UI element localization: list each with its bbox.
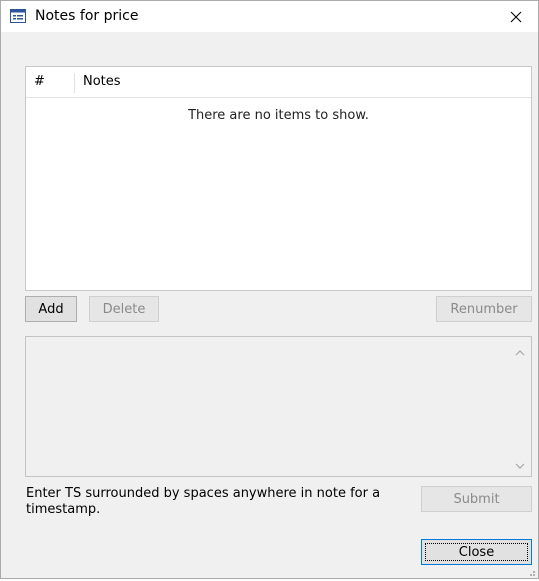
note-text-area[interactable]: [25, 336, 532, 477]
close-button[interactable]: Close: [421, 539, 532, 565]
window-title: Notes for price: [35, 8, 139, 24]
notes-dialog: Notes for price # Notes There are no ite…: [0, 0, 539, 579]
form-window-icon: [10, 9, 26, 23]
column-divider[interactable]: [74, 73, 75, 93]
list-header: # Notes: [26, 67, 531, 98]
delete-button[interactable]: Delete: [89, 296, 159, 322]
scroll-down-icon[interactable]: [515, 459, 525, 469]
add-button[interactable]: Add: [25, 296, 77, 322]
close-icon[interactable]: [494, 1, 538, 32]
submit-button[interactable]: Submit: [421, 486, 532, 512]
title-bar[interactable]: Notes for price: [1, 1, 538, 32]
empty-list-message: There are no items to show.: [188, 108, 369, 123]
notes-list[interactable]: # Notes There are no items to show.: [25, 66, 532, 291]
column-header-number[interactable]: #: [34, 74, 45, 89]
column-header-notes[interactable]: Notes: [83, 74, 121, 89]
focus-ring: [425, 543, 528, 561]
scroll-up-icon[interactable]: [515, 346, 525, 356]
timestamp-hint: Enter TS surrounded by spaces anywhere i…: [26, 486, 381, 517]
resize-grip-icon[interactable]: [526, 566, 536, 576]
renumber-button[interactable]: Renumber: [436, 296, 532, 322]
